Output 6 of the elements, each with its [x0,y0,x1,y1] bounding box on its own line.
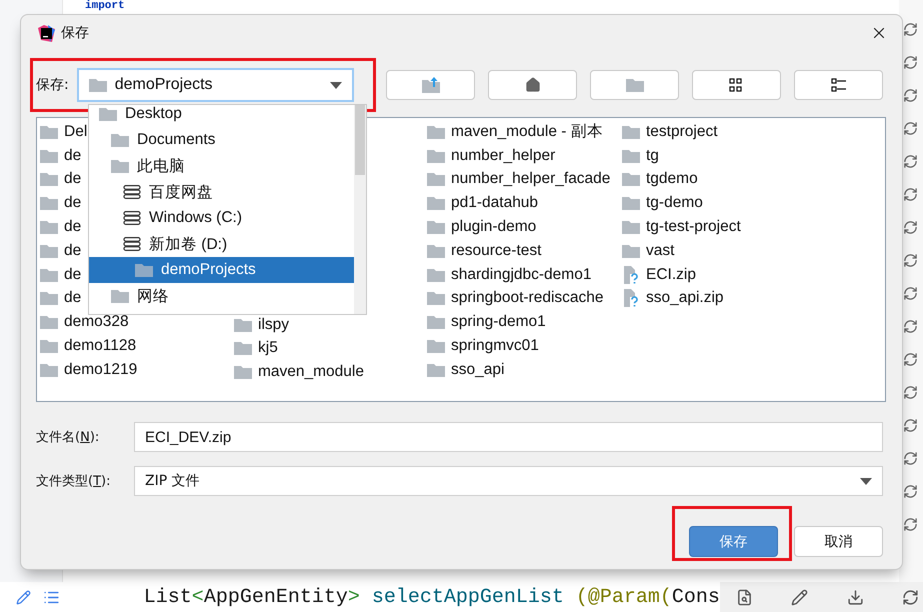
dialog-title: 保存 [61,24,90,42]
code-line: List<AppGenEntity> selectAppGenList (@Param(Cons [142,586,720,608]
file-type-label: 文件类型(T): [36,473,112,490]
location-label: 保存: [36,76,69,94]
file-name-label: 文件名(N): [36,429,100,446]
code-line: import [85,0,125,13]
